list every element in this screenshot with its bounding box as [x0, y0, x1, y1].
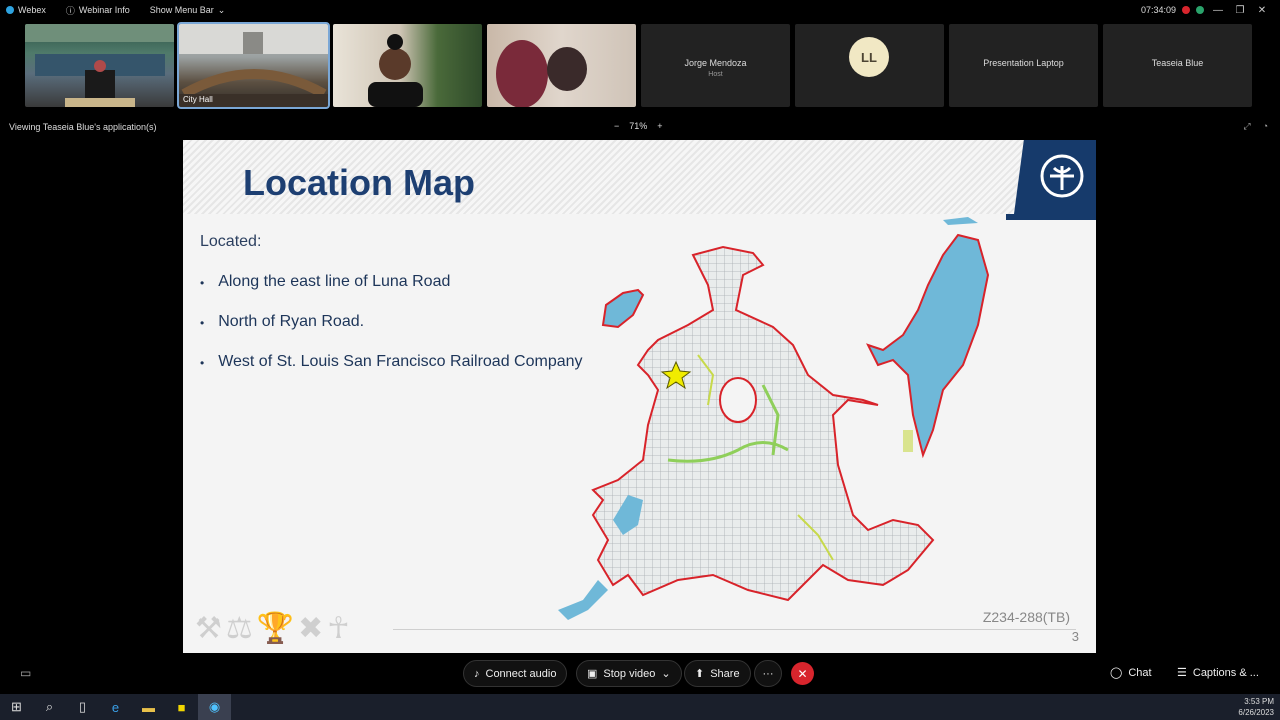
webex-logo-icon [6, 6, 14, 14]
participant-tile-ll[interactable]: LL [795, 24, 944, 107]
app-name: Webex [18, 5, 46, 15]
lake-ray-hubbard [866, 233, 990, 459]
clock-date: 6/26/2023 [1238, 708, 1274, 717]
located-label: Located: [200, 233, 262, 250]
video-camera-icon: ▣ [587, 668, 598, 680]
close-icon[interactable]: ✕ [1254, 5, 1270, 16]
webinar-info-button[interactable]: ⓘ Webinar Info [66, 4, 130, 17]
speaker-video-icon [368, 34, 423, 107]
screen-layout-icon[interactable]: ▭ [20, 666, 31, 680]
edge-browser-icon[interactable]: e [99, 694, 132, 720]
participant-tile-jorge-mendoza[interactable]: Jorge Mendoza Host [641, 24, 790, 107]
share-label: Share [710, 667, 740, 680]
share-button[interactable]: ⬆ Share [684, 660, 751, 687]
participant-name: Jorge Mendoza [684, 58, 747, 68]
captions-label: Captions & ... [1192, 666, 1259, 679]
list-item: • West of St. Louis San Francisco Railroa… [200, 353, 583, 370]
attendee-video-icon [496, 40, 587, 107]
maximize-icon[interactable]: ❐ [1232, 5, 1248, 16]
minimize-icon[interactable]: — [1210, 5, 1226, 16]
fullscreen-icon[interactable]: ⤢ [1243, 121, 1250, 132]
logo-stripe [1006, 214, 1096, 220]
taskbar-clock[interactable]: 3:53 PM 6/26/2023 [1238, 696, 1274, 718]
participant-caption: City Hall [183, 95, 213, 104]
windows-start-icon[interactable]: ⊞ [0, 694, 33, 720]
participant-name: Presentation Laptop [983, 58, 1064, 68]
annotate-icon[interactable]: ◔ [1263, 121, 1268, 132]
participant-tile-teaseia-blue[interactable]: Teaseia Blue [1103, 24, 1252, 107]
chat-icon: ◯ [1110, 667, 1123, 679]
participant-video-speaker[interactable] [333, 24, 482, 107]
slide-page-number: 3 [1071, 629, 1079, 644]
dallas-logo-icon [1014, 140, 1096, 214]
more-icon: ··· [762, 667, 774, 680]
connect-audio-button[interactable]: ♪ Connect audio [463, 660, 568, 687]
list-item: • Along the east line of Luna Road [200, 273, 451, 290]
recording-icon [1182, 6, 1190, 14]
footer-pillars-icon: ⚒⚖🏆✖☥ [195, 612, 354, 645]
stop-video-button[interactable]: ▣ Stop video ⌄ [576, 660, 682, 687]
meeting-controls: ▭ ♪ Connect audio ▣ Stop video ⌄ ⬆ Share… [0, 660, 1280, 688]
chat-button[interactable]: ◯ Chat [1110, 666, 1152, 680]
captions-icon: ☰ [1177, 667, 1187, 679]
close-icon: ✕ [797, 666, 808, 681]
sticky-notes-icon[interactable]: ■ [165, 694, 198, 720]
title-bar: Webex ⓘ Webinar Info Show Menu Bar ⌄ 07:… [0, 0, 1280, 20]
stop-video-label: Stop video [603, 667, 656, 680]
chat-label: Chat [1128, 666, 1152, 679]
participant-video-attendee[interactable] [487, 24, 636, 107]
location-bullets: • Along the east line of Luna Road • North… [200, 273, 583, 393]
zoom-controls: − 71% + [614, 121, 663, 131]
participant-role: Host [708, 71, 723, 78]
status-icon [1196, 6, 1204, 14]
chevron-down-icon: ⌄ [217, 4, 226, 15]
zoom-level: 71% [629, 121, 648, 131]
chamber-video-icon [25, 24, 174, 107]
windows-taskbar: ⊞ ⌕ ▯ e ▬ ■ ◉ 3:53 PM 6/26/2023 [0, 694, 1280, 720]
participant-tile-presentation-laptop[interactable]: Presentation Laptop [949, 24, 1098, 107]
show-menu-bar-button[interactable]: Show Menu Bar ⌄ [150, 5, 226, 16]
leave-meeting-button[interactable]: ✕ [791, 662, 814, 685]
connect-audio-label: Connect audio [485, 667, 557, 680]
participant-video-council-chamber[interactable] [25, 24, 174, 107]
zoom-out-button[interactable]: − [614, 121, 619, 131]
file-icon[interactable]: ▯ [66, 694, 99, 720]
audio-icon: ♪ [474, 667, 480, 680]
meeting-timer: 07:34:09 [1140, 5, 1176, 15]
viewing-label: Viewing Teaseia Blue's application(s) [9, 122, 157, 132]
chevron-down-icon[interactable]: ⌄ [661, 667, 670, 680]
info-icon: ⓘ [65, 5, 75, 16]
slide-title: Location Map [243, 162, 475, 203]
zoom-in-button[interactable]: + [657, 121, 662, 131]
avatar: LL [849, 37, 889, 77]
lake-bachman [601, 288, 645, 329]
file-explorer-icon[interactable]: ▬ [132, 694, 165, 720]
captions-button[interactable]: ☰ Captions & ... [1177, 666, 1259, 680]
city-location-map [558, 217, 990, 620]
participant-strip: City Hall Jorge Mendoza Host LL Presenta… [25, 22, 1252, 109]
more-options-button[interactable]: ··· [754, 660, 782, 687]
list-item: • North of Ryan Road. [200, 313, 365, 330]
webex-menu[interactable]: Webex [6, 5, 46, 15]
share-icon: ⬆ [695, 668, 705, 680]
webinar-info-label: Webinar Info [78, 5, 130, 15]
participant-video-city-hall[interactable]: City Hall [177, 22, 330, 109]
shared-slide: Location Map Located: • Along the east li… [183, 140, 1096, 653]
webex-taskbar-icon[interactable]: ◉ [198, 694, 231, 720]
webex-window: Webex ⓘ Webinar Info Show Menu Bar ⌄ 07:… [0, 0, 1280, 720]
case-number: Z234-288(TB) [982, 609, 1070, 625]
clock-time: 3:53 PM [1244, 697, 1274, 706]
participant-name: Teaseia Blue [1151, 58, 1204, 68]
search-icon[interactable]: ⌕ [33, 694, 66, 720]
city-boundary [591, 245, 935, 602]
footer-divider [393, 629, 1076, 630]
show-menu-bar-label: Show Menu Bar [149, 5, 214, 15]
